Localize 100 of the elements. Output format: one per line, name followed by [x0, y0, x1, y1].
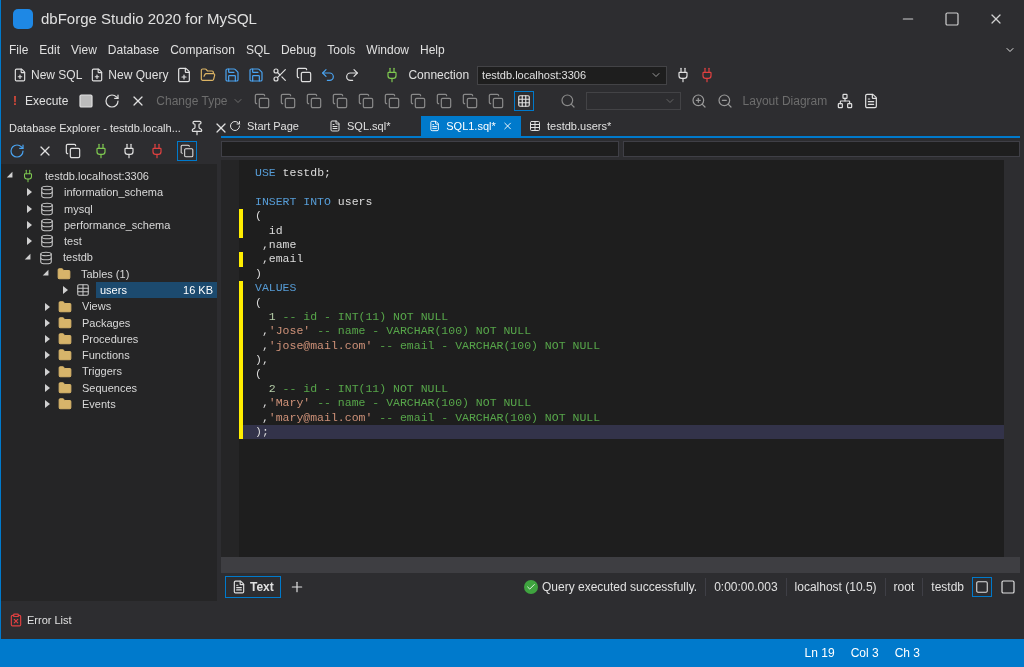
- diagram-icon[interactable]: [837, 93, 854, 109]
- undo-icon[interactable]: [320, 67, 337, 83]
- toolbar-icon[interactable]: [331, 93, 348, 109]
- document-icon[interactable]: [863, 93, 880, 109]
- database-icon: [40, 218, 54, 233]
- tree-item[interactable]: mysql: [60, 200, 217, 217]
- editor-tab[interactable]: testdb.users*: [521, 116, 621, 136]
- menu-item[interactable]: View: [71, 41, 97, 59]
- execute-button[interactable]: ! Execute: [13, 92, 69, 110]
- new-sql-button[interactable]: New SQL: [13, 66, 83, 84]
- editor-tab[interactable]: SQL.sql*: [321, 116, 421, 136]
- tree-item[interactable]: Packages: [78, 314, 217, 332]
- menu-item[interactable]: Database: [107, 41, 160, 59]
- disconnect-icon[interactable]: [149, 143, 165, 159]
- menu-item[interactable]: File: [9, 41, 29, 59]
- collapsed-caret-icon[interactable]: [45, 367, 50, 376]
- tree-item[interactable]: Procedures: [78, 330, 217, 348]
- panel-icon[interactable]: [972, 577, 992, 597]
- collapsed-caret-icon[interactable]: [45, 318, 50, 327]
- redo-icon[interactable]: [344, 67, 361, 83]
- editor-tab[interactable]: Start Page: [221, 116, 321, 136]
- tree-item[interactable]: Functions: [78, 347, 217, 364]
- plug-icon[interactable]: [121, 143, 137, 159]
- collapsed-caret-icon[interactable]: [45, 400, 50, 409]
- menu-item[interactable]: Window: [366, 41, 409, 59]
- toolbar-icon[interactable]: [487, 93, 504, 109]
- code-line: (: [255, 295, 262, 310]
- zoom-out-icon[interactable]: [716, 93, 733, 109]
- toolbar-icon[interactable]: [383, 93, 400, 109]
- status-text: root: [884, 578, 915, 596]
- toolbar-icon[interactable]: [305, 93, 322, 109]
- tree-item[interactable]: Events: [78, 396, 217, 413]
- collapsed-caret-icon[interactable]: [45, 302, 50, 311]
- tree-item[interactable]: Sequences: [78, 379, 217, 397]
- folder-icon: [58, 348, 72, 363]
- vertical-scrollbar[interactable]: [1004, 160, 1020, 557]
- menu-item[interactable]: Comparison: [170, 41, 235, 59]
- copy-icon[interactable]: [296, 67, 313, 83]
- toolbar-icon[interactable]: [461, 93, 478, 109]
- toolbar-icon[interactable]: [253, 93, 270, 109]
- tree-item[interactable]: test: [60, 233, 217, 250]
- size-label: 16 KB: [183, 283, 213, 298]
- menu-item[interactable]: Debug: [280, 41, 317, 59]
- editor-tab[interactable]: SQL1.sql*: [421, 116, 521, 136]
- save-all-icon[interactable]: [248, 67, 265, 83]
- toolbar-icon[interactable]: [435, 93, 452, 109]
- tree-item[interactable]: Tables (1): [77, 265, 217, 283]
- collapsed-caret-icon[interactable]: [45, 384, 50, 392]
- collapsed-caret-icon[interactable]: [27, 237, 32, 246]
- error-list-icon[interactable]: [9, 613, 23, 627]
- menu-item[interactable]: SQL: [245, 41, 270, 59]
- menu-item[interactable]: Tools: [327, 41, 356, 59]
- stop-icon[interactable]: [78, 93, 95, 109]
- status-text: localhost (10.5): [785, 578, 877, 596]
- connection-dropdown[interactable]: testdb.localhost:3306: [477, 65, 668, 85]
- horizontal-scrollbar[interactable]: [221, 557, 1020, 573]
- status-text: Ln 19: [804, 645, 835, 662]
- refresh-icon[interactable]: [9, 143, 25, 159]
- menu-item[interactable]: Help: [420, 41, 445, 59]
- open-folder-icon[interactable]: [200, 67, 217, 83]
- tree-item[interactable]: Views: [78, 298, 217, 315]
- save-icon[interactable]: [224, 67, 241, 83]
- sql-tab-icon: [329, 120, 341, 132]
- folder-icon: [58, 315, 72, 330]
- status-text: Ch 3: [894, 645, 920, 662]
- tree-item[interactable]: Triggers: [78, 363, 217, 380]
- collapsed-caret-icon[interactable]: [45, 335, 50, 344]
- toolbar-icon[interactable]: [357, 93, 374, 109]
- new-file-icon[interactable]: [176, 67, 193, 83]
- collapsed-caret-icon[interactable]: [27, 221, 32, 230]
- cut-icon[interactable]: [272, 67, 289, 83]
- toolbar-icon[interactable]: [409, 93, 426, 109]
- close-tab-icon[interactable]: [501, 120, 513, 132]
- tree-item[interactable]: testdb: [59, 249, 217, 266]
- find-icon[interactable]: [559, 93, 576, 109]
- menu-item[interactable]: Edit: [39, 41, 61, 59]
- text-view-tab[interactable]: Text: [225, 576, 281, 598]
- collapsed-caret-icon[interactable]: [45, 351, 50, 360]
- status-message: Query executed successfully.: [541, 579, 698, 596]
- refresh-icon[interactable]: [104, 93, 121, 109]
- collapsed-caret-icon[interactable]: [27, 188, 32, 197]
- database-icon: [40, 234, 54, 249]
- zoom-in-icon[interactable]: [690, 93, 707, 109]
- error-list-tab[interactable]: Error List: [27, 611, 72, 629]
- new-query-button[interactable]: New Query: [90, 66, 169, 84]
- square-icon[interactable]: [1000, 579, 1016, 595]
- table-icon: [76, 283, 90, 298]
- tree-item[interactable]: performance_schema: [60, 216, 217, 234]
- code-line: ,'mary@mail.com' -- email - VARCHAR(100) NOT NULL: [260, 410, 601, 426]
- tree-item[interactable]: testdb.localhost:3306: [41, 167, 217, 185]
- tree-item[interactable]: information_schema: [60, 184, 217, 201]
- collapsed-caret-icon[interactable]: [27, 204, 32, 213]
- tree-item[interactable]: users 16 KB: [96, 282, 217, 299]
- toolbar-icon[interactable]: [279, 93, 296, 109]
- collapsed-caret-icon[interactable]: [63, 286, 68, 295]
- maximize-icon[interactable]: [944, 11, 960, 27]
- table-tab-icon: [529, 120, 541, 132]
- grid-icon[interactable]: [513, 91, 534, 111]
- code-line: (: [255, 367, 262, 382]
- new-connection-icon[interactable]: [93, 143, 109, 159]
